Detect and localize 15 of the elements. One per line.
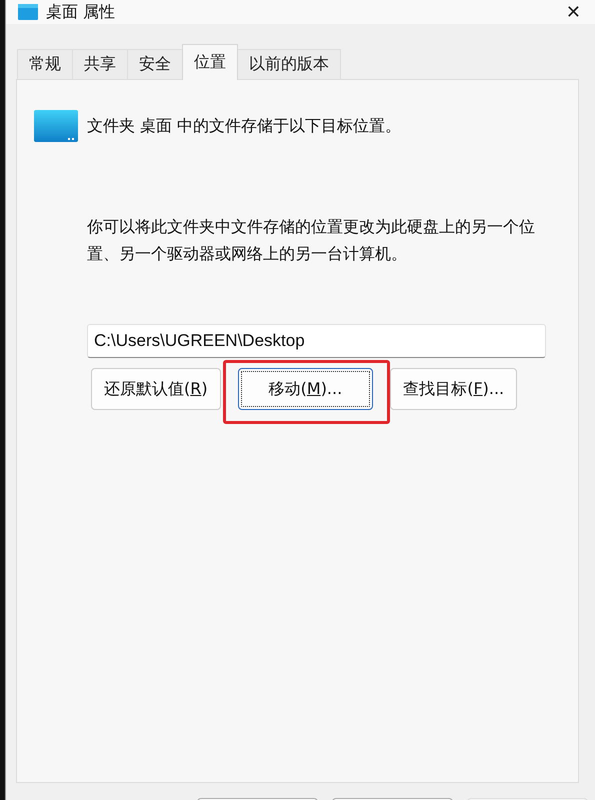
location-info-text: 文件夹 桌面 中的文件存储于以下目标位置。	[87, 116, 402, 136]
tab[interactable]: 以前的版本	[237, 49, 341, 79]
folder-icon	[34, 110, 78, 142]
action-button[interactable]: 查找目标(F)...	[390, 368, 518, 410]
path-field[interactable]: C:\Users\UGREEN\Desktop	[87, 324, 546, 358]
description-text: 你可以将此文件夹中文件存储的位置更改为此硬盘上的另一个位置、另一个驱动器或网络上的另一台计算机。	[87, 216, 536, 265]
close-button[interactable]: ✕	[560, 0, 587, 24]
tab[interactable]: 共享	[72, 49, 128, 79]
tab[interactable]: 位置	[182, 44, 238, 80]
window-title: 桌面 属性	[46, 2, 116, 22]
action-button[interactable]: 移动(M)...	[238, 368, 374, 410]
tab[interactable]: 常规	[17, 49, 73, 79]
action-button[interactable]: 还原默认值(R)	[91, 368, 221, 410]
tab[interactable]: 安全	[127, 49, 183, 79]
folder-icon	[18, 4, 38, 20]
